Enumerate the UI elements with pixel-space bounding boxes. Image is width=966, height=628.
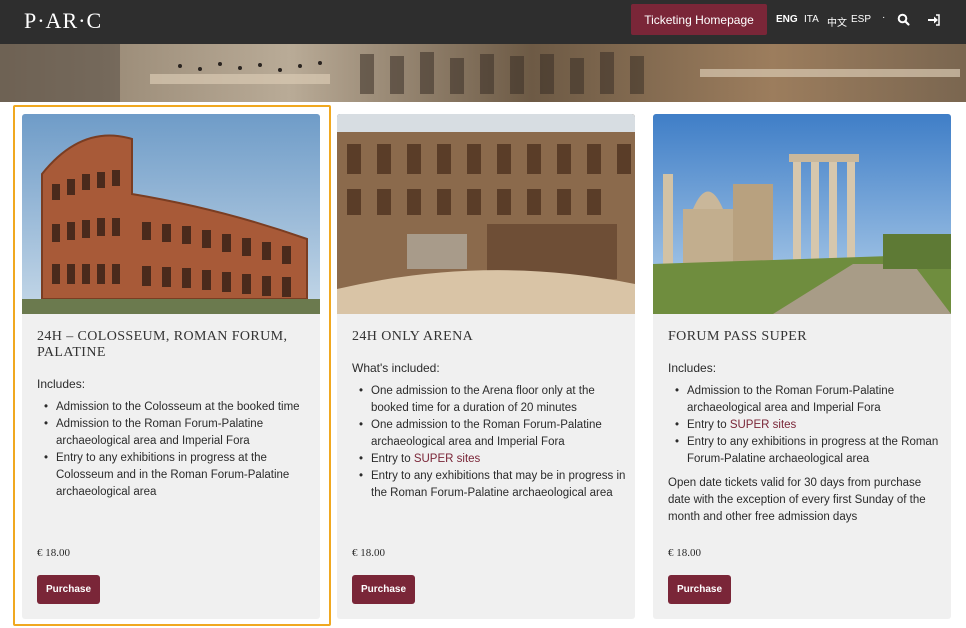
card-title: FORUM PASS SUPER (668, 329, 807, 344)
card-inclusions-list: One admission to the Arena floor only at… (352, 383, 627, 502)
colosseum-banner-image (0, 44, 966, 102)
arena-interior-image (337, 114, 635, 314)
list-item-text: Entry to (687, 419, 730, 431)
language-eng[interactable]: ENG (776, 14, 798, 25)
purchase-button[interactable]: Purchase (37, 575, 100, 604)
language-zh[interactable]: 中文 (827, 14, 847, 29)
list-item: One admission to the Arena floor only at… (352, 383, 627, 417)
card-price: € 18.00 (352, 547, 385, 559)
ticketing-homepage-button[interactable]: Ticketing Homepage (631, 4, 767, 35)
purchase-button[interactable]: Purchase (668, 575, 731, 604)
login-icon[interactable] (926, 12, 942, 28)
card-title: 24H – COLOSSEUM, ROMAN FORUM, PALATINE (37, 329, 288, 360)
card-title: 24H ONLY ARENA (352, 329, 474, 344)
card-price: € 18.00 (668, 547, 701, 559)
card-intro: What's included: (352, 361, 440, 375)
validity-note: Open date tickets valid for 30 days from… (668, 477, 926, 523)
super-sites-link[interactable]: SUPER sites (730, 419, 796, 431)
search-icon[interactable] (896, 12, 912, 28)
card-intro: Includes: (668, 361, 717, 375)
list-item: Entry to any exhibitions in progress at … (37, 450, 312, 501)
list-item: One admission to the Roman Forum-Palatin… (352, 417, 627, 451)
parco-logo[interactable]: P·AR·C (24, 8, 102, 34)
list-item: Admission to the Roman Forum-Palatine ar… (37, 416, 312, 450)
card-inclusions-list: Admission to the Roman Forum-Palatine ar… (668, 383, 943, 468)
language-ita[interactable]: ITA (804, 14, 819, 25)
roman-forum-image (653, 114, 951, 314)
list-item: Entry to SUPER sites (668, 417, 943, 434)
card-intro: Includes: (37, 377, 86, 391)
purchase-button[interactable]: Purchase (352, 575, 415, 604)
ticket-card-forum-pass-super: FORUM PASS SUPER Includes: Admission to … (653, 114, 951, 619)
card-inclusions-list: Admission to the Colosseum at the booked… (37, 399, 312, 501)
super-sites-link[interactable]: SUPER sites (414, 453, 480, 465)
ticket-card-arena-24h: 24H ONLY ARENA What's included: One admi… (337, 114, 635, 619)
top-nav-bar: P·AR·C Ticketing Homepage ENG ITA 中文 ESP… (0, 0, 966, 44)
list-item-text: Entry to (371, 453, 414, 465)
list-item: Admission to the Colosseum at the booked… (37, 399, 312, 416)
list-item: Entry to SUPER sites (352, 451, 627, 468)
list-item: Entry to any exhibitions that may be in … (352, 468, 627, 502)
language-esp[interactable]: ESP (851, 14, 871, 25)
card-price: € 18.00 (37, 547, 70, 559)
ticket-card-colosseum-24h: 24H – COLOSSEUM, ROMAN FORUM, PALATINE I… (22, 114, 320, 619)
list-item: Entry to any exhibitions in progress at … (668, 434, 943, 468)
colosseum-exterior-image (22, 114, 320, 314)
list-item: Admission to the Roman Forum-Palatine ar… (668, 383, 943, 417)
nav-separator: · (882, 12, 886, 23)
